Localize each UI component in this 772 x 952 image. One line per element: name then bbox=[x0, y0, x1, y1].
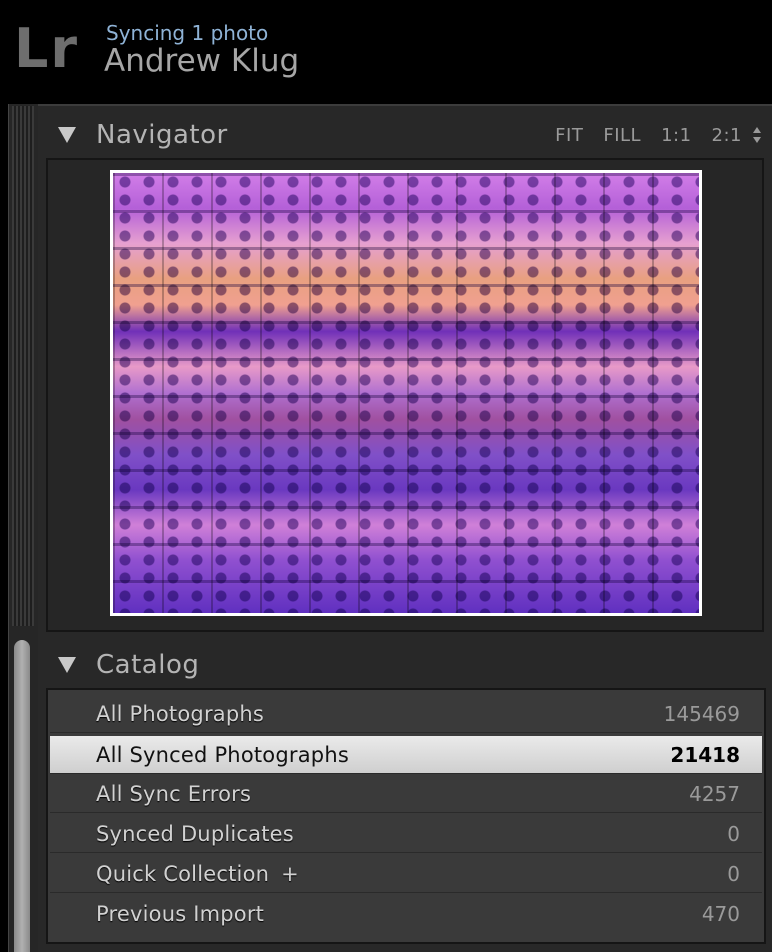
lightroom-logo: Lr bbox=[14, 17, 80, 80]
navigator-preview-texture bbox=[113, 173, 699, 613]
zoom-fill-option[interactable]: FILL bbox=[603, 125, 641, 146]
user-name: Andrew Klug bbox=[104, 43, 300, 79]
catalog-item-count: 470 bbox=[701, 902, 740, 926]
zoom-stepper-icon[interactable] bbox=[752, 126, 762, 144]
zoom-fit-option[interactable]: FIT bbox=[555, 125, 583, 146]
catalog-item-count: 145469 bbox=[663, 701, 740, 726]
catalog-item-label: Previous Import bbox=[96, 902, 265, 926]
quick-collection-plus-icon: + bbox=[281, 861, 299, 886]
lightroom-window: Lr Syncing 1 photo Andrew Klug Navigator… bbox=[0, 0, 772, 952]
collapse-triangle-icon[interactable] bbox=[58, 657, 76, 673]
navigator-title: Navigator bbox=[96, 120, 228, 150]
zoom-1-1-option[interactable]: 1:1 bbox=[661, 125, 691, 146]
catalog-header[interactable]: Catalog bbox=[40, 640, 772, 690]
catalog-item-count: 21418 bbox=[670, 742, 740, 767]
catalog-item-count: 0 bbox=[727, 821, 740, 846]
zoom-2-1-option[interactable]: 2:1 bbox=[712, 125, 742, 146]
zoom-options: FIT FILL 1:1 2:1 bbox=[535, 110, 762, 160]
panel-scrollbar[interactable] bbox=[14, 640, 30, 952]
catalog-item-count: 0 bbox=[727, 861, 740, 886]
panel-collapse-handle[interactable] bbox=[12, 106, 34, 626]
catalog-item-count: 4257 bbox=[689, 781, 740, 806]
quick-collection-label: Quick Collection bbox=[96, 861, 270, 886]
catalog-item-synced-duplicates[interactable]: Synced Duplicates 0 bbox=[50, 815, 762, 853]
catalog-title: Catalog bbox=[96, 650, 200, 680]
catalog-item-label: Synced Duplicates bbox=[96, 821, 294, 846]
catalog-item-label: Quick Collection + bbox=[96, 862, 299, 886]
catalog-item-label: All Sync Errors bbox=[96, 781, 252, 806]
catalog-item-all-photographs[interactable]: All Photographs 145469 bbox=[50, 695, 762, 733]
catalog-item-quick-collection[interactable]: Quick Collection + 0 bbox=[50, 855, 762, 893]
catalog-item-label: All Photographs bbox=[96, 701, 265, 726]
catalog-item-all-synced-photographs[interactable]: All Synced Photographs 21418 bbox=[50, 736, 762, 774]
collapse-triangle-icon[interactable] bbox=[58, 127, 76, 143]
navigator-header[interactable]: Navigator FIT FILL 1:1 2:1 bbox=[40, 110, 772, 160]
catalog-item-all-sync-errors[interactable]: All Sync Errors 4257 bbox=[50, 775, 762, 813]
catalog-item-previous-import[interactable]: Previous Import 470 bbox=[50, 895, 762, 933]
catalog-item-label: All Synced Photographs bbox=[96, 742, 349, 767]
